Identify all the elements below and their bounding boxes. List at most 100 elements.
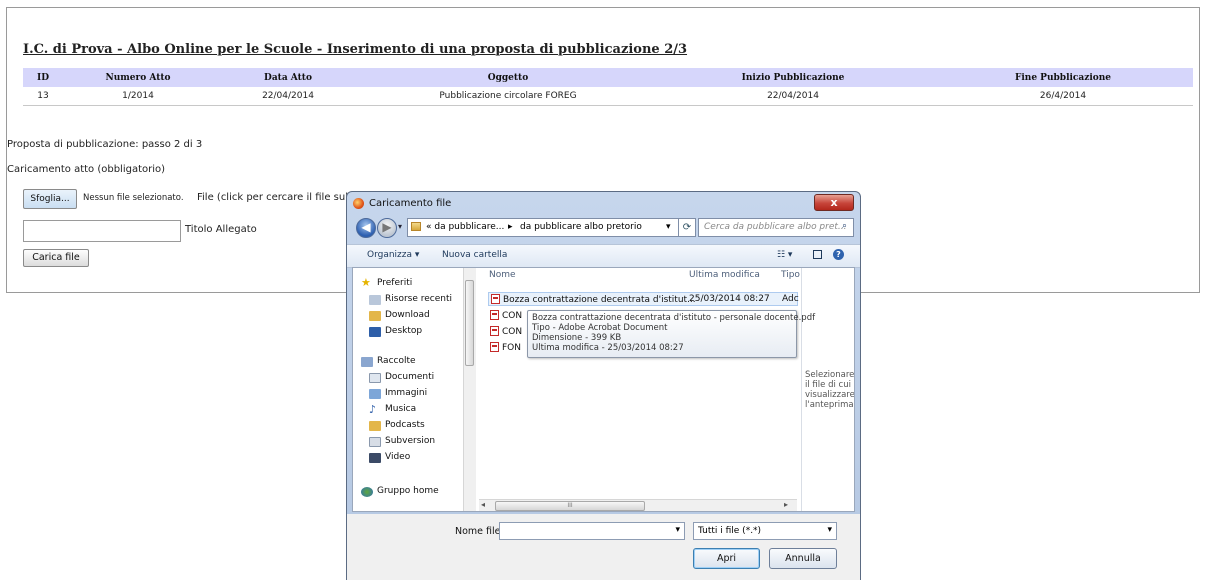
upload-file-button[interactable]: Carica file	[23, 249, 89, 267]
nav-libraries[interactable]: Raccolte	[377, 356, 416, 366]
nav-podcasts[interactable]: Podcasts	[385, 420, 425, 430]
documents-icon	[369, 373, 381, 383]
file-name: CON	[502, 311, 523, 321]
cancel-button[interactable]: Annulla	[769, 548, 837, 569]
upload-label: Caricamento atto (obbligatorio)	[7, 164, 166, 175]
nav-video[interactable]: Video	[385, 452, 410, 462]
scroll-left-icon[interactable]: ◂	[481, 500, 485, 509]
tooltip-title: Bozza contrattazione decentrata d'istitu…	[532, 313, 816, 323]
col-header-inizio: Inizio Pubblicazione	[653, 68, 933, 87]
nav-scroll-thumb[interactable]	[465, 280, 474, 366]
history-dropdown-icon[interactable]: ▾	[398, 222, 402, 231]
nav-pictures[interactable]: Immagini	[385, 388, 427, 398]
dialog-body: ★ Preferiti Risorse recenti Download Des…	[352, 267, 855, 512]
filename-input[interactable]: ▾	[499, 522, 685, 540]
search-placeholder: Cerca da pubblicare albo pret...	[704, 222, 847, 232]
file-hint-text: File (click per cercare il file sul tu	[197, 192, 362, 203]
table-header-row: ID Numero Atto Data Atto Oggetto Inizio …	[23, 68, 1193, 87]
file-row[interactable]: CON	[490, 326, 522, 337]
column-header-type[interactable]: Tipo	[781, 270, 800, 280]
nav-pane-scrollbar[interactable]	[463, 268, 476, 511]
file-name: FON	[502, 343, 521, 353]
preview-text-line: l'anteprima.	[805, 400, 855, 410]
nav-download[interactable]: Download	[385, 310, 430, 320]
firefox-icon	[353, 198, 364, 209]
attachment-title-input[interactable]	[23, 220, 181, 242]
file-name: CON	[502, 327, 523, 337]
scroll-right-icon[interactable]: ▸	[784, 500, 788, 509]
preview-pane: Selezionare il file di cui visualizzare …	[801, 268, 855, 511]
folder-icon	[411, 222, 421, 231]
file-type: Adc	[782, 294, 799, 304]
document-table: ID Numero Atto Data Atto Oggetto Inizio …	[23, 68, 1193, 106]
nav-homegroup[interactable]: Gruppo home	[377, 486, 439, 496]
nav-documents[interactable]: Documenti	[385, 372, 434, 382]
views-menu-icon[interactable]: ☷ ▾	[777, 250, 792, 260]
col-header-id: ID	[23, 68, 63, 87]
open-button[interactable]: Apri	[693, 548, 760, 569]
cell-inizio: 22/04/2014	[653, 87, 933, 106]
forward-arrow-icon[interactable]: ▶	[377, 218, 397, 238]
desktop-icon	[369, 327, 381, 337]
preview-pane-icon[interactable]	[813, 250, 822, 259]
file-row[interactable]: CON	[490, 310, 522, 321]
back-arrow-icon[interactable]: ◀	[356, 218, 376, 238]
filename-label: Nome file:	[455, 526, 504, 537]
nav-desktop[interactable]: Desktop	[385, 326, 422, 336]
homegroup-icon	[361, 487, 373, 497]
organize-button[interactable]: Organizza ▾	[367, 250, 419, 260]
preview-text-line: visualizzare	[805, 390, 855, 400]
subversion-icon	[369, 437, 381, 447]
filetype-select[interactable]: Tutti i file (*.*) ▾	[693, 522, 837, 540]
star-icon: ★	[361, 276, 371, 289]
table-row: 13 1/2014 22/04/2014 Pubblicazione circo…	[23, 87, 1193, 106]
horizontal-scrollbar[interactable]: ◂ III ▸	[479, 499, 797, 511]
col-header-fine: Fine Pubblicazione	[933, 68, 1193, 87]
filename-dropdown-icon[interactable]: ▾	[675, 525, 680, 535]
navigation-bar: ◀ ▶ ▾ « da pubblicare... ▸ da pubblicare…	[353, 216, 856, 240]
pictures-icon	[369, 389, 381, 399]
breadcrumb-separator: ▸	[508, 222, 513, 232]
close-button[interactable]: x	[814, 194, 854, 211]
tooltip-type: Tipo - Adobe Acrobat Document	[532, 323, 668, 333]
breadcrumb-parent[interactable]: « da pubblicare...	[426, 222, 504, 232]
pdf-icon	[490, 342, 499, 352]
search-icon[interactable]: ⌕	[842, 221, 847, 231]
pdf-icon	[491, 294, 500, 304]
col-header-data-atto: Data Atto	[213, 68, 363, 87]
breadcrumb-current[interactable]: da pubblicare albo pretorio	[520, 222, 642, 232]
filetype-value: Tutti i file (*.*)	[698, 526, 762, 536]
file-row[interactable]: Bozza contrattazione decentrata d'istitu…	[488, 292, 799, 306]
tooltip-modified: Ultima modifica - 25/03/2014 08:27	[532, 343, 684, 353]
column-header-modified[interactable]: Ultima modifica	[689, 270, 760, 280]
podcasts-folder-icon	[369, 421, 381, 431]
nav-music[interactable]: Musica	[385, 404, 416, 414]
address-dropdown-icon[interactable]: ▾	[666, 222, 671, 232]
cell-data-atto: 22/04/2014	[213, 87, 363, 106]
browse-button[interactable]: Sfoglia...	[23, 189, 77, 209]
search-input[interactable]: Cerca da pubblicare albo pret... ⌕	[698, 218, 854, 237]
column-header-name[interactable]: Nome	[489, 270, 516, 280]
music-icon: ♪	[369, 403, 377, 416]
address-bar[interactable]: « da pubblicare... ▸ da pubblicare albo …	[407, 218, 679, 237]
navigation-pane: ★ Preferiti Risorse recenti Download Des…	[353, 268, 464, 511]
filetype-dropdown-icon[interactable]: ▾	[827, 525, 832, 535]
preview-text-line: Selezionare	[805, 370, 855, 380]
file-row[interactable]: FON	[490, 342, 521, 353]
preview-text-line: il file di cui	[805, 380, 851, 390]
horizontal-scroll-thumb[interactable]: III	[495, 501, 645, 511]
attachment-title-label: Titolo Allegato	[185, 224, 257, 235]
download-folder-icon	[369, 311, 381, 321]
cell-oggetto: Pubblicazione circolare FOREG	[363, 87, 653, 106]
nav-recent[interactable]: Risorse recenti	[385, 294, 452, 304]
nav-favorites[interactable]: Preferiti	[377, 278, 412, 288]
refresh-icon[interactable]: ⟳	[679, 218, 696, 237]
new-folder-button[interactable]: Nuova cartella	[442, 250, 507, 260]
page-title: I.C. di Prova - Albo Online per le Scuol…	[23, 42, 688, 57]
help-icon[interactable]: ?	[833, 249, 844, 260]
col-header-oggetto: Oggetto	[363, 68, 653, 87]
nav-subversion[interactable]: Subversion	[385, 436, 435, 446]
dialog-footer: Nome file: ▾ Tutti i file (*.*) ▾ Apri A…	[347, 514, 860, 580]
file-tooltip: Bozza contrattazione decentrata d'istitu…	[527, 310, 815, 358]
libraries-icon	[361, 357, 373, 367]
